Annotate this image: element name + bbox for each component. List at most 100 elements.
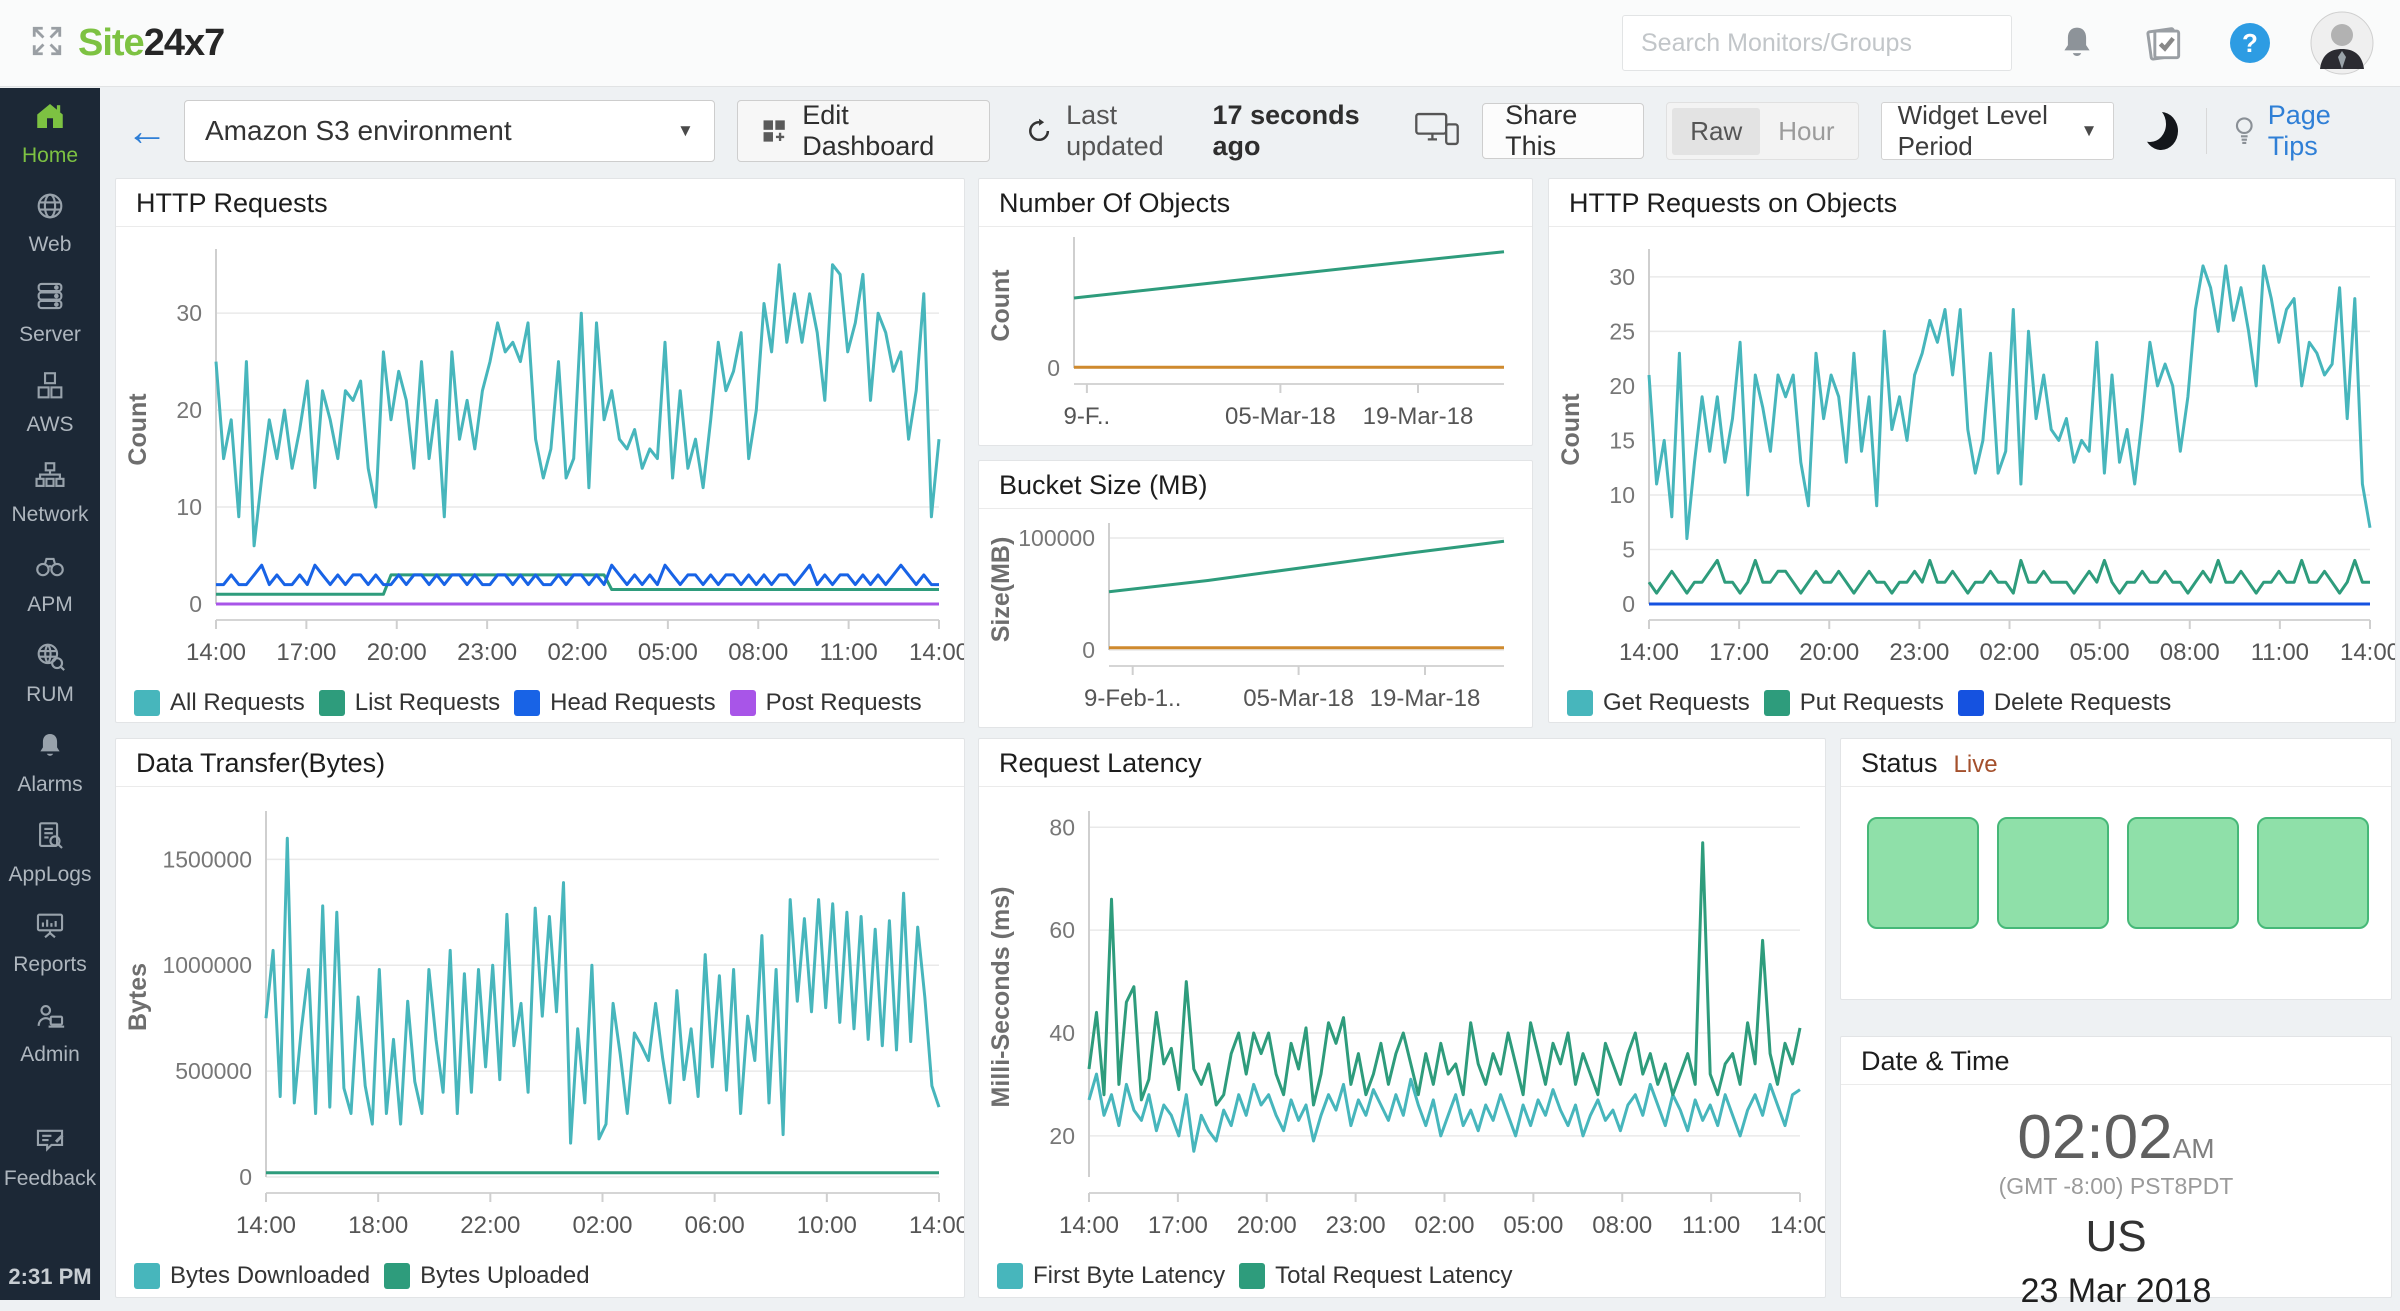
sidebar-item-label: Home	[22, 144, 78, 168]
svg-text:30: 30	[176, 300, 202, 326]
chart-legend: Get Requests Put Requests Delete Requests	[1549, 682, 2395, 724]
search-input[interactable]	[1622, 15, 2012, 71]
legend-label: Post Requests	[766, 689, 922, 717]
sidebar-item-admin[interactable]: Admin	[0, 988, 100, 1078]
sidebar-item-feedback[interactable]: Feedback	[0, 1112, 100, 1202]
back-arrow-icon[interactable]: ←	[126, 110, 168, 152]
dashboard-select[interactable]: Amazon S3 environment▼	[184, 100, 715, 162]
legend-item[interactable]: Get Requests	[1567, 689, 1750, 717]
svg-text:14:00: 14:00	[186, 639, 246, 666]
svg-text:20:00: 20:00	[1799, 639, 1859, 666]
web-icon	[33, 189, 67, 228]
sidebar-item-network[interactable]: Network	[0, 448, 100, 538]
chevron-down-icon: ▼	[2081, 121, 2098, 141]
user-avatar[interactable]	[2310, 11, 2374, 75]
widget-level-period-select[interactable]: Widget Level Period▼	[1881, 102, 2115, 160]
widget-title: Bucket Size (MB)	[979, 461, 1532, 509]
home-icon	[32, 98, 68, 139]
svg-text:100000: 100000	[1018, 525, 1095, 551]
page-tips-link[interactable]: Page Tips	[2231, 100, 2374, 162]
status-monitor-tile[interactable]	[2257, 817, 2369, 929]
widget-title: Request Latency	[979, 739, 1825, 787]
hour-toggle[interactable]: Hour	[1760, 108, 1852, 155]
expand-icon[interactable]	[30, 24, 64, 63]
sidebar-item-aws[interactable]: AWS	[0, 358, 100, 448]
chart-legend: Bytes Downloaded Bytes Uploaded	[116, 1255, 964, 1297]
tasks-icon[interactable]	[2142, 21, 2186, 65]
clock-time: 02:02AM	[1841, 1107, 2391, 1169]
svg-text:11:00: 11:00	[2251, 639, 2309, 666]
legend-item[interactable]: All Requests	[134, 689, 305, 717]
alarms-icon	[33, 729, 67, 768]
legend-item[interactable]: Put Requests	[1764, 689, 1944, 717]
sidebar-item-home[interactable]: Home	[0, 88, 100, 178]
help-icon[interactable]: ?	[2230, 23, 2270, 63]
widget-bucket-size: Bucket Size (MB) 01000009-Feb-1..05-Mar-…	[978, 460, 1533, 728]
chart-legend: All Requests List Requests Head Requests Po…	[116, 682, 964, 724]
request-latency-chart: 2040608014:0017:0020:0023:0002:0005:0008…	[979, 787, 1825, 1255]
sidebar-item-apm[interactable]: APM	[0, 538, 100, 628]
sidebar-item-web[interactable]: Web	[0, 178, 100, 268]
svg-text:5: 5	[1622, 536, 1635, 562]
legend-item[interactable]: List Requests	[319, 689, 500, 717]
svg-text:30: 30	[1609, 264, 1635, 290]
raw-toggle[interactable]: Raw	[1672, 108, 1760, 155]
sidebar-item-label: Web	[29, 233, 72, 257]
sidebar-item-label: Network	[11, 503, 88, 527]
edit-dashboard-button[interactable]: Edit Dashboard	[737, 100, 990, 162]
sidebar-item-applogs[interactable]: AppLogs	[0, 808, 100, 898]
share-this-button[interactable]: Share This	[1482, 103, 1644, 159]
svg-text:14:00: 14:00	[2340, 639, 2395, 666]
svg-text:0: 0	[1622, 591, 1635, 617]
svg-text:14:00: 14:00	[1619, 639, 1679, 666]
svg-text:05:00: 05:00	[2070, 639, 2130, 666]
dark-mode-moon-icon[interactable]	[2144, 112, 2178, 150]
legend-item[interactable]: Post Requests	[730, 689, 922, 717]
sidebar-item-alarms[interactable]: Alarms	[0, 718, 100, 808]
legend-item[interactable]: Total Request Latency	[1239, 1262, 1512, 1290]
svg-text:Count: Count	[1557, 393, 1585, 466]
legend-item[interactable]: First Byte Latency	[997, 1262, 1225, 1290]
legend-item[interactable]: Head Requests	[514, 689, 715, 717]
aws-icon	[33, 369, 67, 408]
status-monitor-tile[interactable]	[1867, 817, 1979, 929]
server-icon	[33, 279, 67, 318]
legend-item[interactable]: Bytes Uploaded	[384, 1262, 589, 1290]
legend-label: Total Request Latency	[1275, 1262, 1512, 1290]
svg-text:0: 0	[1082, 637, 1095, 663]
widget-title: Data Transfer(Bytes)	[116, 739, 964, 787]
sidebar-item-label: Feedback	[4, 1167, 96, 1191]
dashboard-toolbar: ← Amazon S3 environment▼ Edit Dashboard …	[100, 87, 2400, 175]
legend-swatch	[997, 1263, 1023, 1289]
legend-swatch	[134, 690, 160, 716]
widget-title: Date & Time	[1841, 1037, 2391, 1085]
sidebar-item-reports[interactable]: Reports	[0, 898, 100, 988]
legend-swatch	[1958, 690, 1984, 716]
legend-item[interactable]: Delete Requests	[1958, 689, 2171, 717]
widget-date-time: Date & Time 02:02AM (GMT -8:00) PST8PDT …	[1840, 1036, 2392, 1298]
apm-icon	[33, 549, 67, 588]
svg-text:11:00: 11:00	[1682, 1212, 1740, 1239]
svg-text:14:00: 14:00	[1770, 1212, 1825, 1239]
refresh-icon[interactable]	[1024, 114, 1054, 148]
sidebar-item-label: Reports	[13, 953, 87, 977]
svg-text:Count: Count	[124, 393, 152, 466]
svg-text:10: 10	[176, 494, 202, 520]
location-label: US	[1841, 1212, 2391, 1262]
status-monitor-tile[interactable]	[2127, 817, 2239, 929]
sidebar-item-label: APM	[27, 593, 73, 617]
legend-swatch	[1567, 690, 1593, 716]
widget-title: HTTP Requests on Objects	[1549, 179, 2395, 227]
raw-hour-toggle: Raw Hour	[1666, 102, 1858, 160]
sidebar-item-server[interactable]: Server	[0, 268, 100, 358]
status-monitor-tile[interactable]	[1997, 817, 2109, 929]
devices-icon[interactable]	[1414, 109, 1460, 154]
site24x7-logo[interactable]: Site24x7	[78, 22, 224, 65]
http-requests-chart: 010203014:0017:0020:0023:0002:0005:0008:…	[116, 227, 964, 682]
sidebar-item-rum[interactable]: RUM	[0, 628, 100, 718]
notifications-bell-icon[interactable]	[2056, 22, 2098, 64]
legend-item[interactable]: Bytes Downloaded	[134, 1262, 370, 1290]
applogs-icon	[33, 819, 67, 858]
svg-text:9-F..: 9-F..	[1064, 403, 1111, 430]
svg-text:06:00: 06:00	[685, 1212, 745, 1239]
